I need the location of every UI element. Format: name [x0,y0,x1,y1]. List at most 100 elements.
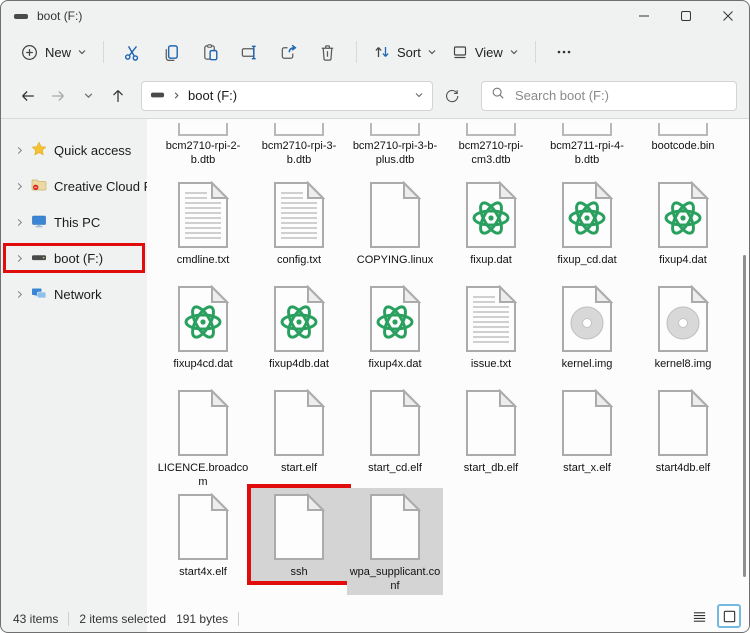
network-icon [31,285,47,304]
file-name: bcm2710-rpi-3-b-plus.dtb [352,140,438,166]
more-options-button[interactable] [545,37,583,67]
file-name: bcm2710-rpi-cm3.dtb [458,140,524,166]
copy-button[interactable] [152,37,191,68]
blank-file-icon [369,388,421,458]
file-item[interactable]: issue.txt [443,280,539,384]
file-item[interactable]: kernel.img [539,280,635,384]
delete-button[interactable] [308,37,347,68]
file-item[interactable]: fixup.dat [443,176,539,280]
blank-file-icon [369,492,421,562]
file-item[interactable]: bcm2710-rpi-3-b.dtb [251,119,347,176]
file-name: COPYING.linux [356,254,434,266]
drive-icon [31,249,47,268]
file-item[interactable]: start_x.elf [539,384,635,488]
trash-icon [318,43,337,62]
sidebar-item-label: boot (F:) [54,250,104,266]
new-button[interactable]: New [13,38,94,67]
file-name: bcm2710-rpi-2-b.dtb [165,140,241,166]
text-file-icon [177,180,229,250]
close-button[interactable] [707,1,749,31]
chevron-right-icon[interactable] [15,254,24,263]
cut-button[interactable] [113,37,152,68]
toolbar-separator [103,41,105,63]
file-item[interactable]: bcm2710-rpi-2-b.dtb [155,119,251,176]
file-item[interactable]: LICENCE.broadcom [155,384,251,488]
file-item[interactable]: fixup4.dat [635,176,731,280]
file-item[interactable]: cmdline.txt [155,176,251,280]
address-dropdown-chevron[interactable] [414,88,424,103]
clipped-file-icon [370,123,420,136]
file-name: LICENCE.broadcom [157,462,249,488]
refresh-button[interactable] [437,81,467,111]
recent-locations-chevron[interactable] [73,81,103,111]
file-name: start_x.elf [563,462,611,474]
sidebar-item-boot-drive[interactable]: boot (F:) [3,243,145,273]
file-item[interactable]: bcm2710-rpi-cm3.dtb [443,119,539,176]
back-button[interactable] [13,81,43,111]
maximize-button[interactable] [665,1,707,31]
file-item[interactable]: config.txt [251,176,347,280]
file-name: fixup4db.dat [269,358,329,370]
atom-file-icon [465,180,517,250]
view-button[interactable]: View [444,38,526,66]
file-name: kernel8.img [654,358,712,370]
atom-file-icon [273,284,325,354]
rename-button[interactable] [230,37,269,68]
address-bar[interactable]: boot (F:) [141,80,433,111]
sort-button[interactable]: Sort [366,38,444,66]
file-item[interactable]: COPYING.linux [347,176,443,280]
file-name: fixup4cd.dat [173,358,233,370]
file-name: start4x.elf [179,566,227,578]
file-item[interactable]: fixup4cd.dat [155,280,251,384]
file-item[interactable]: start.elf [251,384,347,488]
sidebar-item-label: Network [54,286,102,302]
paste-button[interactable] [191,37,230,68]
sidebar-item-quick-access[interactable]: Quick access [5,137,143,163]
drive-icon [150,87,165,105]
file-item[interactable]: start_cd.elf [347,384,443,488]
file-item[interactable]: fixup4x.dat [347,280,443,384]
breadcrumb-chevron-icon [172,88,181,103]
chevron-right-icon[interactable] [15,182,24,191]
file-item[interactable]: fixup4db.dat [251,280,347,384]
chevron-right-icon[interactable] [15,218,24,227]
sidebar-item-this-pc[interactable]: This PC [5,209,143,235]
file-item[interactable]: bcm2710-rpi-3-b-plus.dtb [347,119,443,176]
clipped-file-icon [274,123,324,136]
file-item[interactable]: start4x.elf [155,488,251,592]
toolbar-separator [534,41,536,63]
share-button[interactable] [269,37,308,68]
chevron-right-icon[interactable] [15,290,24,299]
chevron-right-icon[interactable] [15,146,24,155]
file-item[interactable]: ssh [247,484,351,592]
blank-file-icon [657,388,709,458]
clipped-file-icon [178,123,228,136]
file-item[interactable]: bcm2711-rpi-4-b.dtb [539,119,635,176]
search-box[interactable] [481,80,737,111]
details-view-toggle[interactable] [687,604,711,628]
file-name: start_cd.elf [368,462,422,474]
vertical-scrollbar[interactable] [743,255,746,577]
atom-file-icon [657,180,709,250]
forward-button[interactable] [43,81,73,111]
large-icons-view-toggle[interactable] [717,604,741,628]
file-item[interactable]: start_db.elf [443,384,539,488]
file-name: issue.txt [470,358,512,370]
text-file-icon [273,180,325,250]
clipped-file-icon [562,123,612,136]
file-item[interactable]: fixup_cd.dat [539,176,635,280]
sidebar-item-network[interactable]: Network [5,281,143,307]
file-item[interactable]: wpa_supplicant.conf [347,488,443,595]
up-button[interactable] [103,81,133,111]
search-input[interactable] [513,87,727,104]
file-item[interactable]: bootcode.bin [635,119,731,176]
blank-file-icon [177,388,229,458]
blank-file-icon [273,492,325,562]
breadcrumb[interactable]: boot (F:) [188,88,237,103]
file-item[interactable]: start4db.elf [635,384,731,488]
minimize-button[interactable] [623,1,665,31]
file-name: config.txt [276,254,322,266]
sidebar-item-creative-cloud-files[interactable]: Creative Cloud Files [5,173,171,199]
file-item[interactable]: kernel8.img [635,280,731,384]
file-name: wpa_supplicant.conf [349,566,441,592]
